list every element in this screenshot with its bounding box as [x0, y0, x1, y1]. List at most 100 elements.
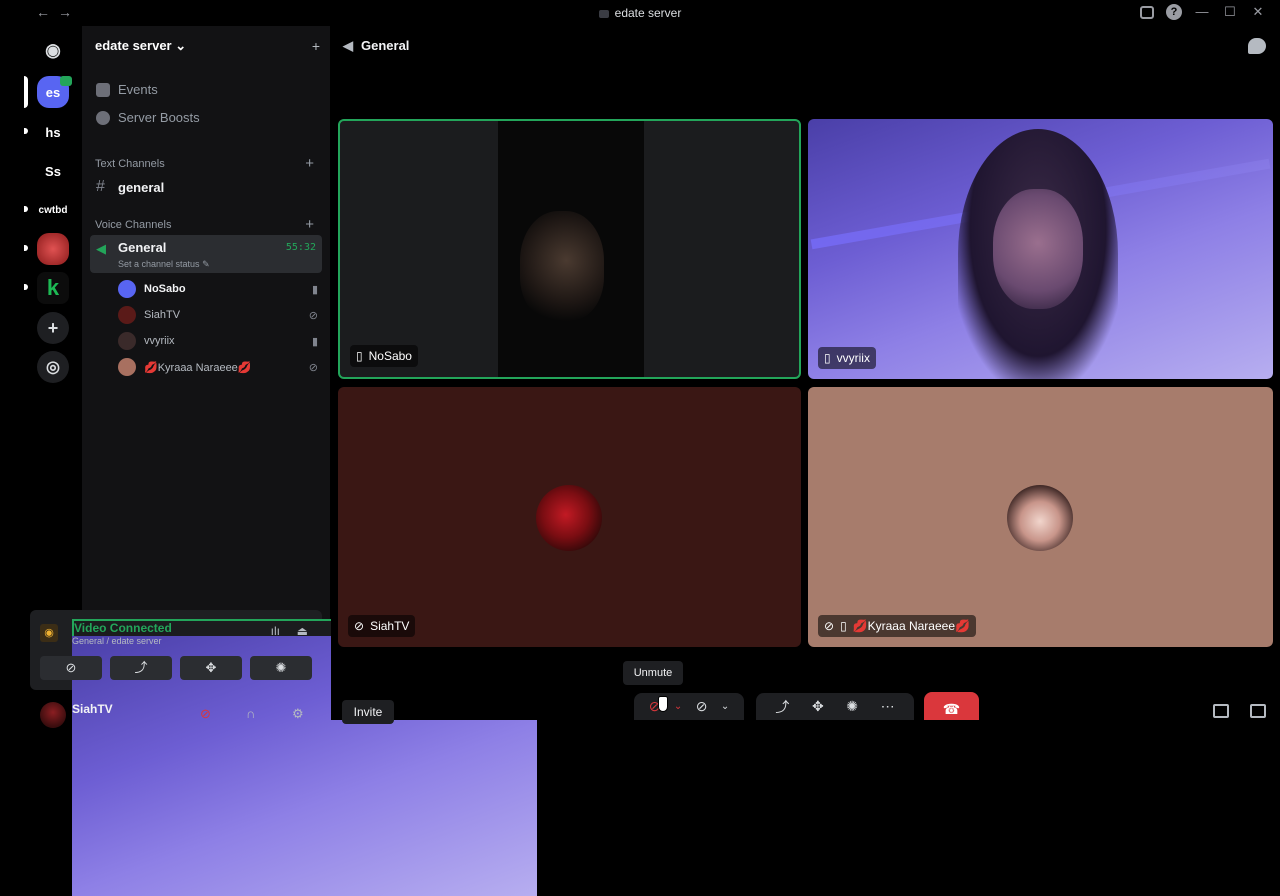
video-face — [993, 189, 1083, 309]
add-server-icon[interactable]: + — [37, 312, 69, 344]
avatar — [118, 306, 136, 324]
channel-general-text[interactable]: # general — [90, 177, 322, 199]
discord-home-icon[interactable]: ◉ — [37, 34, 69, 66]
camera-off-icon[interactable]: ⊘ — [696, 698, 708, 715]
tile-name: NoSabo — [368, 349, 412, 363]
user-avatar[interactable] — [40, 702, 66, 728]
minimize-icon[interactable]: — — [1194, 4, 1210, 20]
mouse-cursor — [658, 696, 668, 712]
call-area: ◀ General ▯ NoSabo ▯ vvyriix ⊘ SiahTV ⊘ ▯ 💋Kyr… — [331, 26, 1280, 720]
help-icon[interactable]: ? — [1166, 4, 1182, 20]
boost-icon — [96, 110, 110, 125]
events-row[interactable]: Events — [96, 82, 158, 97]
call-timer: 55:32 — [285, 242, 316, 253]
muted-mic-icon: ⊘ — [824, 619, 835, 633]
hashtag-icon: # — [96, 178, 105, 195]
voice-user-kyraaa[interactable]: 💋Kyraaa Naraeee💋 ⊘ — [118, 355, 318, 379]
boosts-label: Server Boosts — [118, 110, 200, 125]
muted-mic-icon: ⊘ — [308, 309, 318, 322]
avatar — [118, 358, 136, 376]
chevron-down-icon[interactable]: ⌄ — [721, 701, 729, 712]
pencil-icon: ✎ — [202, 259, 210, 269]
server-cwtbd[interactable]: cwtbd — [37, 194, 69, 226]
noise-suppression-icon[interactable]: ılı — [271, 624, 280, 638]
avatar — [118, 332, 136, 350]
server-hs[interactable]: hs — [37, 116, 69, 148]
unmute-tooltip: Unmute — [623, 661, 683, 685]
unread-dot — [24, 284, 28, 290]
voice-channel-general[interactable]: ◀ General 55:32 Set a channel status ✎ — [90, 235, 322, 273]
tile-label: ⊘ ▯ 💋Kyraaa Naraeee💋 — [818, 615, 976, 637]
unread-dot — [24, 128, 28, 134]
user-panel: SiahTV ⊘ ∩ ⚙ — [30, 698, 322, 728]
rss-signal-icon: ◉ — [40, 624, 58, 642]
voice-user-nosabo[interactable]: NoSabo ▮ — [118, 277, 318, 301]
more-options-icon[interactable]: ⋯ — [881, 698, 895, 715]
voice-user-vvyriix[interactable]: vvyriix ▮ — [118, 329, 318, 353]
chevron-down-icon[interactable]: ⌄ — [674, 701, 682, 712]
add-text-channel-icon[interactable]: + — [305, 155, 314, 172]
maximize-icon[interactable]: ☐ — [1222, 4, 1238, 20]
screenshare-icon[interactable]: ⤴ — [775, 697, 789, 717]
close-icon[interactable]: ✕ — [1250, 4, 1266, 20]
headset-icon[interactable]: ∩ — [246, 706, 255, 721]
soundboard-icon[interactable]: ✺ — [846, 698, 858, 715]
server-header[interactable]: edate server ⌄ — [95, 38, 186, 54]
tile-name: SiahTV — [370, 619, 410, 633]
voice-channels-category[interactable]: Voice Channels — [95, 219, 171, 231]
server-icon — [598, 9, 609, 18]
server-ss[interactable]: Ss — [37, 155, 69, 187]
screenshare-button[interactable]: ⤴ — [110, 656, 172, 680]
voice-connection-panel: ◉ Video Connected General / edate server… — [30, 610, 537, 896]
mobile-icon: ▯ — [840, 619, 847, 633]
video-tile-nosabo[interactable]: ▯ NoSabo — [338, 119, 801, 379]
discover-icon[interactable]: ◎ — [37, 351, 69, 383]
server-red-icon[interactable] — [37, 233, 69, 265]
inbox-icon[interactable] — [1140, 5, 1154, 19]
activities-icon[interactable]: ✥ — [812, 698, 824, 715]
username[interactable]: SiahTV — [72, 702, 113, 716]
voice-user-name: 💋Kyraaa Naraeee💋 — [144, 361, 252, 374]
server-boosts-row[interactable]: Server Boosts — [96, 110, 200, 125]
video-tile-vvyriix[interactable]: ▯ vvyriix — [808, 119, 1273, 379]
chevron-down-icon: ⌄ — [175, 38, 187, 53]
mobile-icon: ▯ — [824, 351, 831, 365]
disconnect-call-button[interactable]: ☎ — [924, 692, 979, 720]
camera-off-button[interactable]: ⊘ — [40, 656, 102, 680]
channel-header: ◀ General — [343, 38, 409, 54]
voice-user-name: NoSabo — [144, 283, 186, 295]
popout-icon[interactable] — [1213, 704, 1229, 718]
mic-camera-group: ⊘ ⌄ ⊘ ⌄ — [634, 693, 744, 720]
channel-name: general — [118, 180, 165, 195]
invite-button[interactable]: Invite — [342, 700, 394, 724]
server-name: edate server — [95, 38, 172, 53]
notification-badge — [60, 76, 72, 86]
tile-siahtv[interactable]: ⊘ SiahTV — [338, 387, 801, 647]
voice-channel-name: General — [118, 240, 167, 255]
avatar — [1007, 485, 1073, 551]
chat-bubble-icon[interactable] — [1248, 38, 1266, 54]
text-channels-category[interactable]: Text Channels — [95, 158, 165, 170]
voice-user-name: SiahTV — [144, 309, 181, 321]
muted-mic-icon: ⊘ — [308, 361, 318, 374]
speaker-icon: ◀ — [96, 241, 106, 256]
invite-people-icon[interactable]: + — [312, 38, 320, 54]
channel-status[interactable]: Set a channel status ✎ — [118, 259, 210, 270]
active-server-pill — [24, 76, 28, 108]
muted-mic-icon: ⊘ — [354, 619, 365, 633]
activities-button[interactable]: ✥ — [180, 656, 242, 680]
server-green-k-icon[interactable]: k — [37, 272, 69, 304]
activity-group: ⤴ ✥ ✺ ⋯ — [756, 693, 914, 720]
calendar-icon — [96, 82, 110, 97]
tile-kyraaa[interactable]: ⊘ ▯ 💋Kyraaa Naraeee💋 — [808, 387, 1273, 647]
add-voice-channel-icon[interactable]: + — [305, 216, 314, 233]
channel-status-text: Set a channel status — [118, 259, 200, 269]
voice-user-siahtv[interactable]: SiahTV ⊘ — [118, 303, 318, 327]
tile-label: ▯ vvyriix — [818, 347, 876, 369]
disconnect-icon[interactable]: ⏏ — [297, 624, 308, 638]
speaker-icon: ◀ — [343, 38, 353, 53]
soundboard-button[interactable]: ✺ — [250, 656, 312, 680]
fullscreen-icon[interactable] — [1250, 704, 1266, 718]
avatar — [118, 280, 136, 298]
video-icon: ▮ — [311, 283, 318, 296]
